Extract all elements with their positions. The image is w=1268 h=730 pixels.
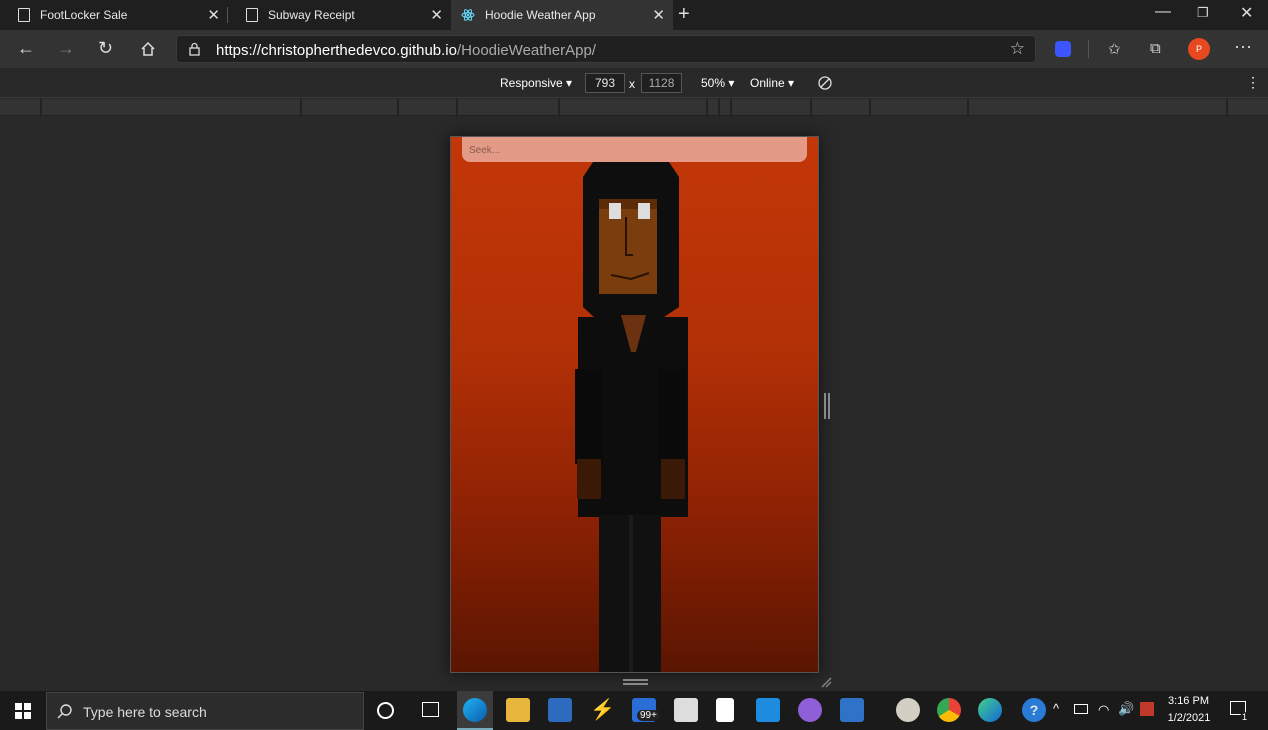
notification-count: 1 (1240, 712, 1250, 722)
restore-icon[interactable]: ❐ (1197, 5, 1209, 21)
app-viewport: Seek... (450, 136, 819, 673)
lock-icon (189, 42, 200, 56)
new-tab-button[interactable]: + (678, 3, 690, 26)
zoom-select[interactable]: 50% ▾ (701, 76, 734, 90)
paint-icon[interactable] (896, 698, 920, 722)
task-view-icon[interactable] (422, 702, 439, 717)
windows-taskbar: Type here to search ⚡ 99+ ? ^ ◠ 🔊 3:16 P… (0, 691, 1268, 730)
tab-title: Hoodie Weather App (485, 8, 596, 22)
windows-start-icon[interactable] (15, 703, 31, 719)
volume-icon[interactable]: 🔊 (1118, 701, 1134, 717)
favorite-star-icon[interactable]: ☆ (1010, 39, 1025, 59)
taskbar-search-placeholder: Type here to search (83, 704, 207, 720)
extension-icon[interactable] (1055, 41, 1071, 57)
antivirus-icon[interactable] (1140, 702, 1154, 716)
back-icon[interactable]: ← (17, 38, 35, 59)
file-explorer-icon[interactable] (506, 698, 530, 722)
favorites-icon[interactable]: ✩ (1108, 40, 1121, 58)
tab-title: FootLocker Sale (40, 8, 128, 22)
battery-icon[interactable] (1074, 704, 1088, 714)
more-menu-icon[interactable]: ··· (1234, 36, 1252, 57)
chrome-icon[interactable] (937, 698, 961, 722)
page-icon (18, 8, 30, 22)
resize-handle-right[interactable] (824, 393, 830, 419)
url-text: https://christopherthedevco.github.io/Ho… (216, 42, 596, 59)
store-icon[interactable] (548, 698, 572, 722)
notepad-icon[interactable] (716, 698, 734, 722)
tray-chevron-icon[interactable]: ^ (1053, 701, 1059, 716)
react-icon (461, 9, 475, 21)
edge-beta-icon[interactable] (978, 698, 1002, 722)
twitch-icon[interactable] (674, 698, 698, 722)
hoodie-character-image (575, 147, 688, 672)
resize-handle-corner[interactable] (820, 676, 832, 688)
page-icon (246, 8, 258, 22)
device-toolbar: Responsive ▾ 793 x 1128 50% ▾ Online ▾ ⋮ (0, 68, 1268, 98)
collections-icon[interactable]: ⧉ (1150, 40, 1161, 57)
home-icon[interactable] (140, 41, 156, 57)
profile-avatar[interactable]: P (1188, 38, 1210, 60)
close-icon[interactable]: ✕ (207, 6, 220, 24)
tab-footlocker[interactable]: FootLocker Sale ✕ (0, 0, 228, 30)
media-query-ruler[interactable] (0, 99, 1268, 116)
github-desktop-icon[interactable] (798, 698, 822, 722)
edge-icon[interactable] (463, 698, 487, 722)
tab-hoodie-weather[interactable]: Hoodie Weather App ✕ (451, 0, 673, 30)
clock-time[interactable]: 3:16 PM (1166, 695, 1211, 707)
resize-handle-bottom[interactable] (623, 679, 648, 685)
tab-title: Subway Receipt (268, 8, 355, 22)
navigation-bar: ← → ↻ https://christopherthedevco.github… (0, 30, 1268, 68)
throttle-select[interactable]: Online ▾ (750, 76, 794, 90)
rotate-icon[interactable] (817, 75, 833, 91)
minimize-icon[interactable]: — (1155, 3, 1171, 21)
device-more-icon[interactable]: ⋮ (1246, 74, 1260, 91)
close-icon[interactable]: ✕ (652, 6, 665, 24)
clock-date[interactable]: 1/2/2021 (1164, 712, 1214, 724)
taskbar-search-box[interactable]: Type here to search (46, 692, 364, 730)
viewport-height-input[interactable]: 1128 (641, 73, 682, 93)
device-select[interactable]: Responsive ▾ (500, 76, 572, 90)
refresh-icon[interactable]: ↻ (98, 38, 113, 59)
close-icon[interactable]: ✕ (430, 6, 443, 24)
vscode-icon[interactable] (756, 698, 780, 722)
address-bar[interactable]: https://christopherthedevco.github.io/Ho… (176, 35, 1036, 63)
tab-subway[interactable]: Subway Receipt ✕ (228, 0, 451, 30)
search-icon (57, 704, 72, 719)
mail-badge: 99+ (637, 710, 660, 721)
title-bar: FootLocker Sale ✕ Subway Receipt ✕ Hoodi… (0, 0, 1268, 30)
wifi-icon[interactable]: ◠ (1098, 702, 1109, 718)
viewport-width-input[interactable]: 793 (585, 73, 625, 93)
dimension-separator: x (629, 77, 635, 91)
forward-icon[interactable]: → (57, 38, 75, 59)
cortana-icon[interactable] (377, 702, 394, 719)
lightning-app-icon[interactable]: ⚡ (590, 698, 615, 722)
photos-icon[interactable] (840, 698, 864, 722)
window-close-icon[interactable]: ✕ (1240, 3, 1253, 23)
search-input[interactable]: Seek... (462, 137, 807, 162)
help-icon[interactable]: ? (1022, 698, 1046, 722)
